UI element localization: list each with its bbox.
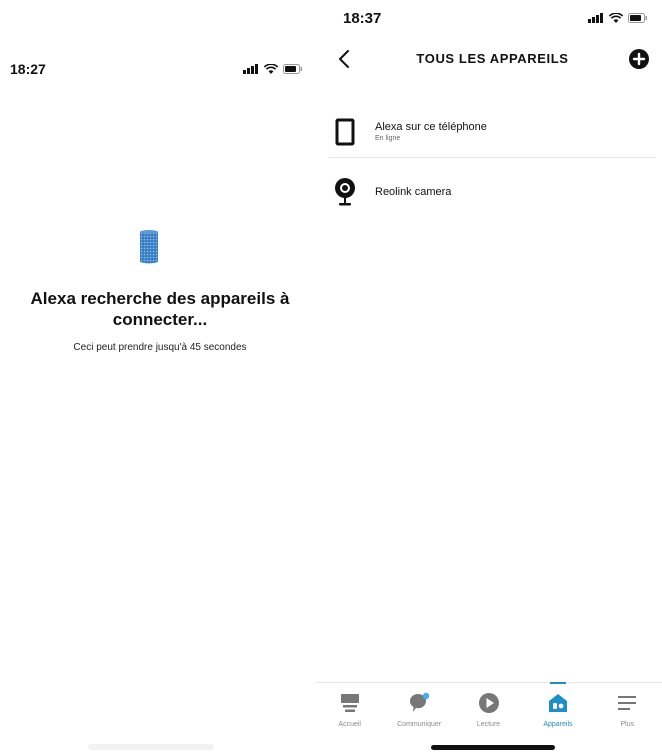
phone-icon (333, 117, 357, 147)
tab-plus[interactable]: Plus (593, 683, 662, 734)
searching-screen: 18:27 Alexa recherche des appareils à co… (0, 0, 315, 752)
tab-label: Accueil (338, 721, 361, 728)
devices-icon (545, 691, 571, 715)
signal-icon (243, 64, 259, 74)
device-info: Alexa sur ce téléphone En ligne (375, 121, 487, 142)
status-bar: 18:37 (343, 6, 648, 30)
tab-communiquer[interactable]: Communiquer (384, 683, 453, 734)
plus-circle-icon (629, 49, 649, 69)
tab-appareils[interactable]: Appareils (523, 682, 592, 734)
status-bar: 18:27 (10, 58, 303, 80)
status-time: 18:27 (10, 61, 46, 77)
status-time: 18:37 (343, 9, 382, 27)
battery-icon (628, 13, 648, 23)
tab-label: Lecture (476, 721, 501, 728)
device-status: En ligne (375, 135, 401, 142)
add-device-button[interactable] (628, 48, 650, 70)
search-subtitle: Ceci peut prendre jusqu'à 45 secondes (73, 342, 247, 353)
tab-lecture[interactable]: Lecture (454, 683, 523, 734)
device-row-reolink-camera[interactable]: Reolink camera (329, 172, 656, 212)
search-title-line-2: connecter... (112, 310, 208, 329)
wifi-icon (264, 64, 278, 74)
header: TOUS LES APPAREILS (315, 44, 662, 76)
back-button[interactable] (335, 48, 355, 70)
chat-icon (406, 691, 432, 715)
wifi-icon (609, 13, 623, 23)
tab-label: Plus (620, 721, 635, 728)
chevron-left-icon (339, 50, 349, 68)
home-indicator (431, 745, 555, 750)
device-row-alexa-phone[interactable]: Alexa sur ce téléphone En ligne (329, 106, 656, 158)
tab-label: Communiquer (397, 721, 442, 728)
all-devices-screen: 18:37 TOUS LES APPAREILS Alexa sur ce té… (315, 0, 662, 752)
battery-icon (283, 64, 303, 74)
device-name: Alexa sur ce téléphone (375, 121, 487, 133)
home-icon (337, 691, 363, 715)
play-icon (476, 691, 502, 715)
menu-icon (614, 691, 640, 715)
search-title: Alexa recherche des appareils à connecte… (10, 288, 310, 330)
camera-icon (333, 177, 357, 207)
system-icons (588, 13, 648, 23)
device-name: Reolink camera (375, 186, 452, 198)
signal-icon (588, 13, 604, 23)
system-icons (243, 64, 303, 74)
home-indicator (88, 744, 214, 750)
bottom-tab-bar: Accueil Communiquer Lecture Appareils Pl… (315, 682, 662, 734)
echo-device-illustration-icon (137, 229, 161, 265)
tab-label: Appareils (543, 721, 573, 728)
page-title: TOUS LES APPAREILS (416, 51, 569, 66)
tab-accueil[interactable]: Accueil (315, 683, 384, 734)
device-info: Reolink camera (375, 186, 451, 198)
search-title-line-1: Alexa recherche des appareils à (30, 289, 290, 308)
